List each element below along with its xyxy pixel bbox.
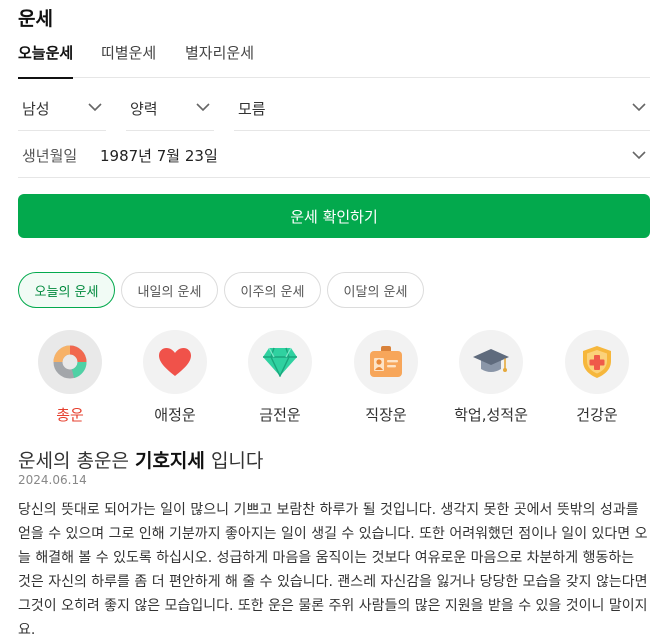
category-health[interactable]: 건강운 (562, 330, 632, 426)
chip-this-month[interactable]: 이달의 운세 (327, 272, 424, 308)
category-label: 건강운 (576, 406, 618, 424)
tab-today-fortune[interactable]: 오늘운세 (18, 42, 74, 79)
heart-icon (159, 348, 191, 376)
fortune-text: 당신의 뜻대로 되어가는 일이 많으니 기쁘고 보람찬 하루가 될 것입니다. … (18, 502, 648, 637)
diamond-icon (263, 347, 297, 377)
chip-this-week[interactable]: 이주의 운세 (224, 272, 321, 308)
gender-select[interactable]: 남성 (18, 86, 106, 130)
id-badge-icon (370, 346, 402, 377)
category-label: 학업,성적운 (454, 406, 528, 424)
category-money[interactable]: 금전운 (245, 330, 315, 426)
calendar-type-value: 양력 (130, 99, 158, 118)
graduation-cap-icon (473, 349, 509, 372)
birth-time-value: 모름 (238, 99, 266, 118)
chip-today[interactable]: 오늘의 운세 (18, 272, 115, 308)
headline-keyword: 기호지세 (134, 450, 205, 472)
fortune-headline: 운세의 총운은 기호지세 입니다 (18, 446, 263, 473)
chevron-down-icon (196, 103, 210, 112)
chevron-down-icon (632, 103, 646, 112)
category-work[interactable]: 직장운 (351, 330, 421, 426)
fortune-tabs: 오늘운세 띠별운세 별자리운세 (18, 40, 650, 79)
chevron-down-icon (88, 103, 102, 112)
donut-chart-icon (53, 345, 87, 379)
headline-suffix: 입니다 (210, 450, 264, 472)
birthdate-select[interactable]: 생년월일 1987년 7월 23일 (18, 134, 650, 178)
confirm-fortune-button[interactable]: 운세 확인하기 (18, 194, 650, 238)
category-label: 애정운 (154, 406, 196, 424)
health-shield-icon (583, 346, 611, 378)
birthdate-label: 생년월일 (22, 147, 78, 165)
category-label: 총운 (56, 406, 84, 424)
category-study[interactable]: 학업,성적운 (454, 330, 528, 426)
page-title: 운세 (18, 8, 53, 30)
chevron-down-icon (632, 150, 646, 159)
birth-time-select[interactable]: 모름 (234, 86, 650, 130)
fortune-date: 2024.06.14 (18, 473, 87, 487)
category-love[interactable]: 애정운 (140, 330, 210, 426)
profile-selects: 남성 양력 모름 (18, 86, 650, 131)
chip-tomorrow[interactable]: 내일의 운세 (121, 272, 218, 308)
birthdate-value: 1987년 7월 23일 (100, 147, 218, 165)
gender-value: 남성 (22, 99, 50, 118)
category-overall[interactable]: 총운 (35, 330, 105, 426)
calendar-type-select[interactable]: 양력 (126, 86, 214, 130)
headline-prefix: 운세의 총운은 (18, 450, 129, 472)
category-label: 금전운 (259, 406, 301, 424)
tab-zodiac-animal-fortune[interactable]: 띠별운세 (101, 42, 156, 77)
category-label: 직장운 (365, 406, 407, 424)
tab-star-sign-fortune[interactable]: 별자리운세 (185, 42, 254, 77)
